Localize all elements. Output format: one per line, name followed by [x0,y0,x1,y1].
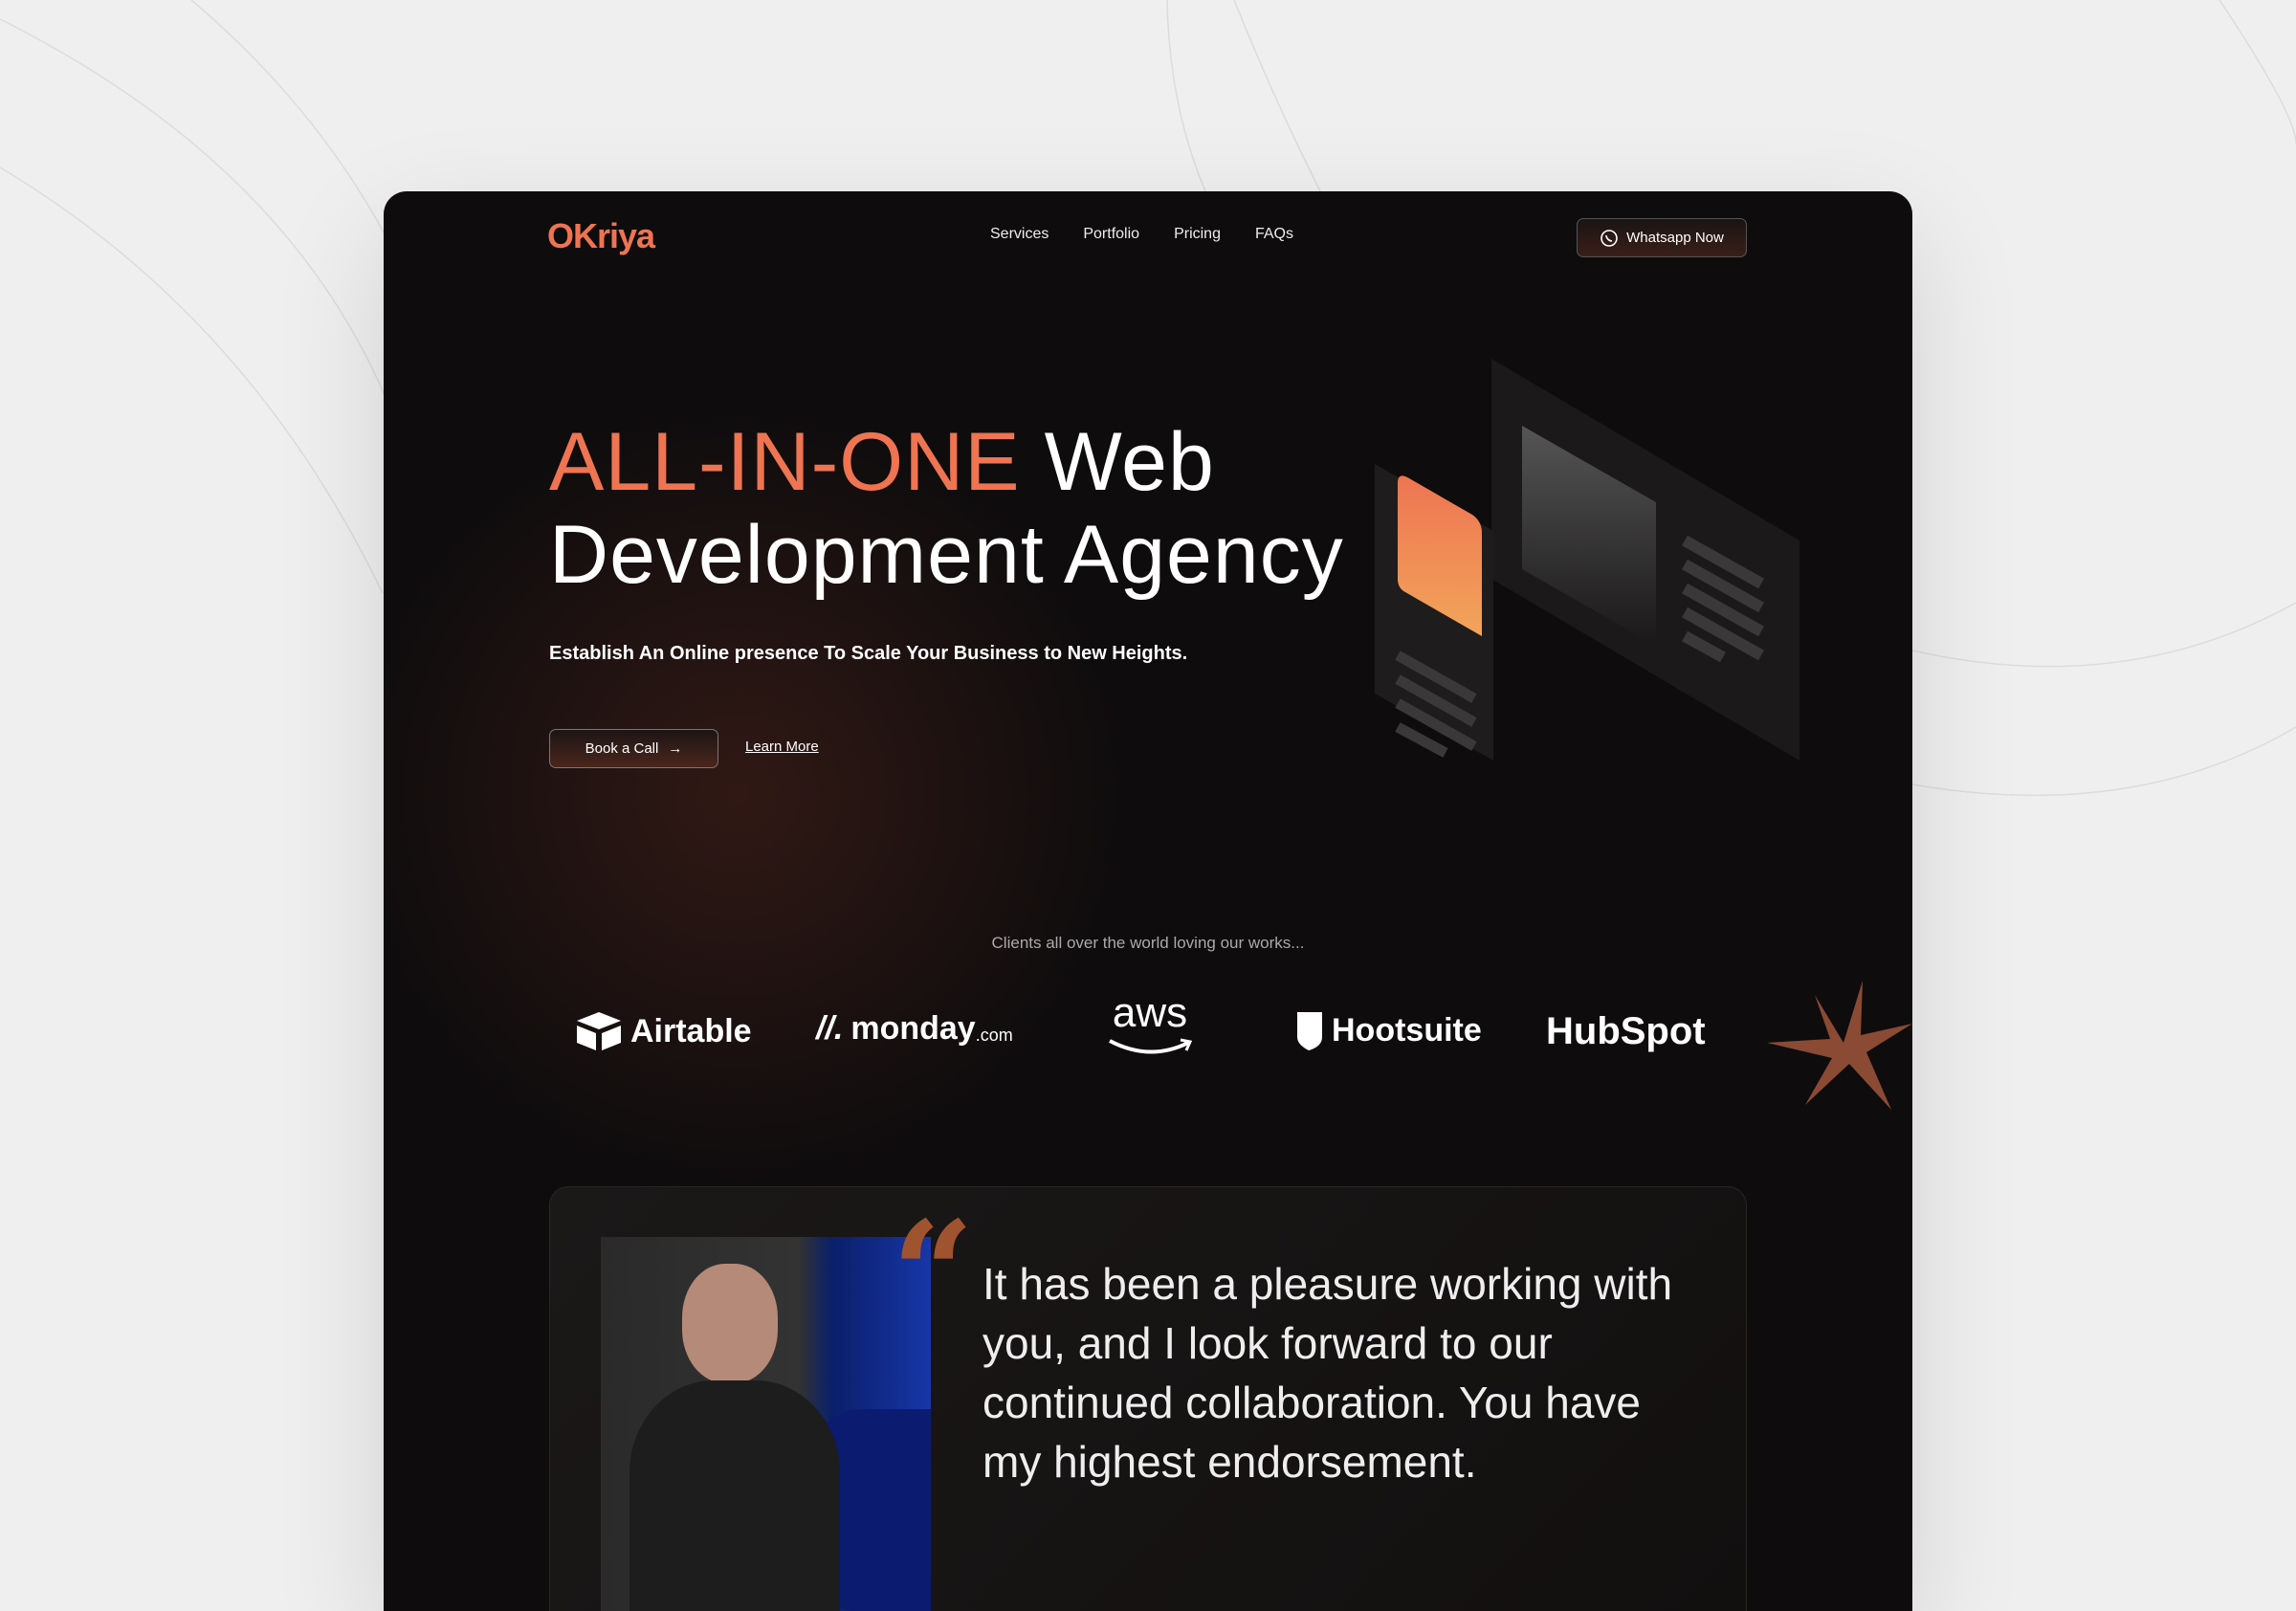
whatsapp-icon [1601,229,1618,247]
quote-mark-icon: “ [892,1190,975,1358]
monday-text: monday [850,1010,976,1047]
logo[interactable]: OKriya [547,216,655,256]
airtable-text: Airtable [630,1012,752,1049]
book-call-label: Book a Call [585,740,659,757]
hero-illustration [1375,359,1799,761]
testimonial-quote: It has been a pleasure working with you,… [982,1259,1673,1487]
testimonial-card: “ It has been a pleasure working with yo… [549,1186,1747,1611]
learn-more-link[interactable]: Learn More [745,739,819,755]
star-decoration [1767,981,1912,1110]
testimonial-photo [601,1237,931,1611]
logo-monday: //. monday .com [816,1010,1013,1048]
hootsuite-icon [1297,1012,1322,1050]
hootsuite-text: Hootsuite [1332,1011,1482,1048]
title-rest: Web [1020,416,1215,508]
logo-hubspot: HubSpot [1546,1010,1706,1053]
airtable-icon [577,1012,621,1050]
client-logos: Airtable //. monday .com aws Hootsuite Hub… [384,989,1912,1068]
whatsapp-button[interactable]: Whatsapp Now [1577,218,1747,257]
title-accent: ALL-IN-ONE [549,416,1021,508]
hubspot-text: HubSpot [1546,1010,1706,1052]
monday-suffix: .com [975,1026,1013,1045]
aws-text: aws [1112,989,1188,1036]
nav-services[interactable]: Services [990,226,1049,243]
logo-aws: aws [1106,989,1194,1056]
aws-smile-icon [1109,1038,1193,1054]
hero-title: ALL-IN-ONE Web Development Agency [549,416,1344,602]
clients-heading: Clients all over the world loving our wo… [991,934,1305,952]
logo-hootsuite: Hootsuite [1295,1010,1482,1050]
nav-pricing[interactable]: Pricing [1174,226,1221,243]
title-line2: Development Agency [549,509,1344,601]
whatsapp-label: Whatsapp Now [1626,230,1724,246]
arrow-right-icon: → [668,740,683,757]
nav-faqs[interactable]: FAQs [1255,226,1293,243]
nav-portfolio[interactable]: Portfolio [1083,226,1139,243]
logo-airtable: Airtable [575,1010,752,1052]
monday-icon: //. [816,1010,844,1047]
hero-subtitle: Establish An Online presence To Scale Yo… [549,643,1188,664]
main-nav: Services Portfolio Pricing FAQs [990,226,1293,243]
website-preview: OKriya Services Portfolio Pricing FAQs W… [384,191,1912,1611]
book-call-button[interactable]: Book a Call → [549,729,718,768]
